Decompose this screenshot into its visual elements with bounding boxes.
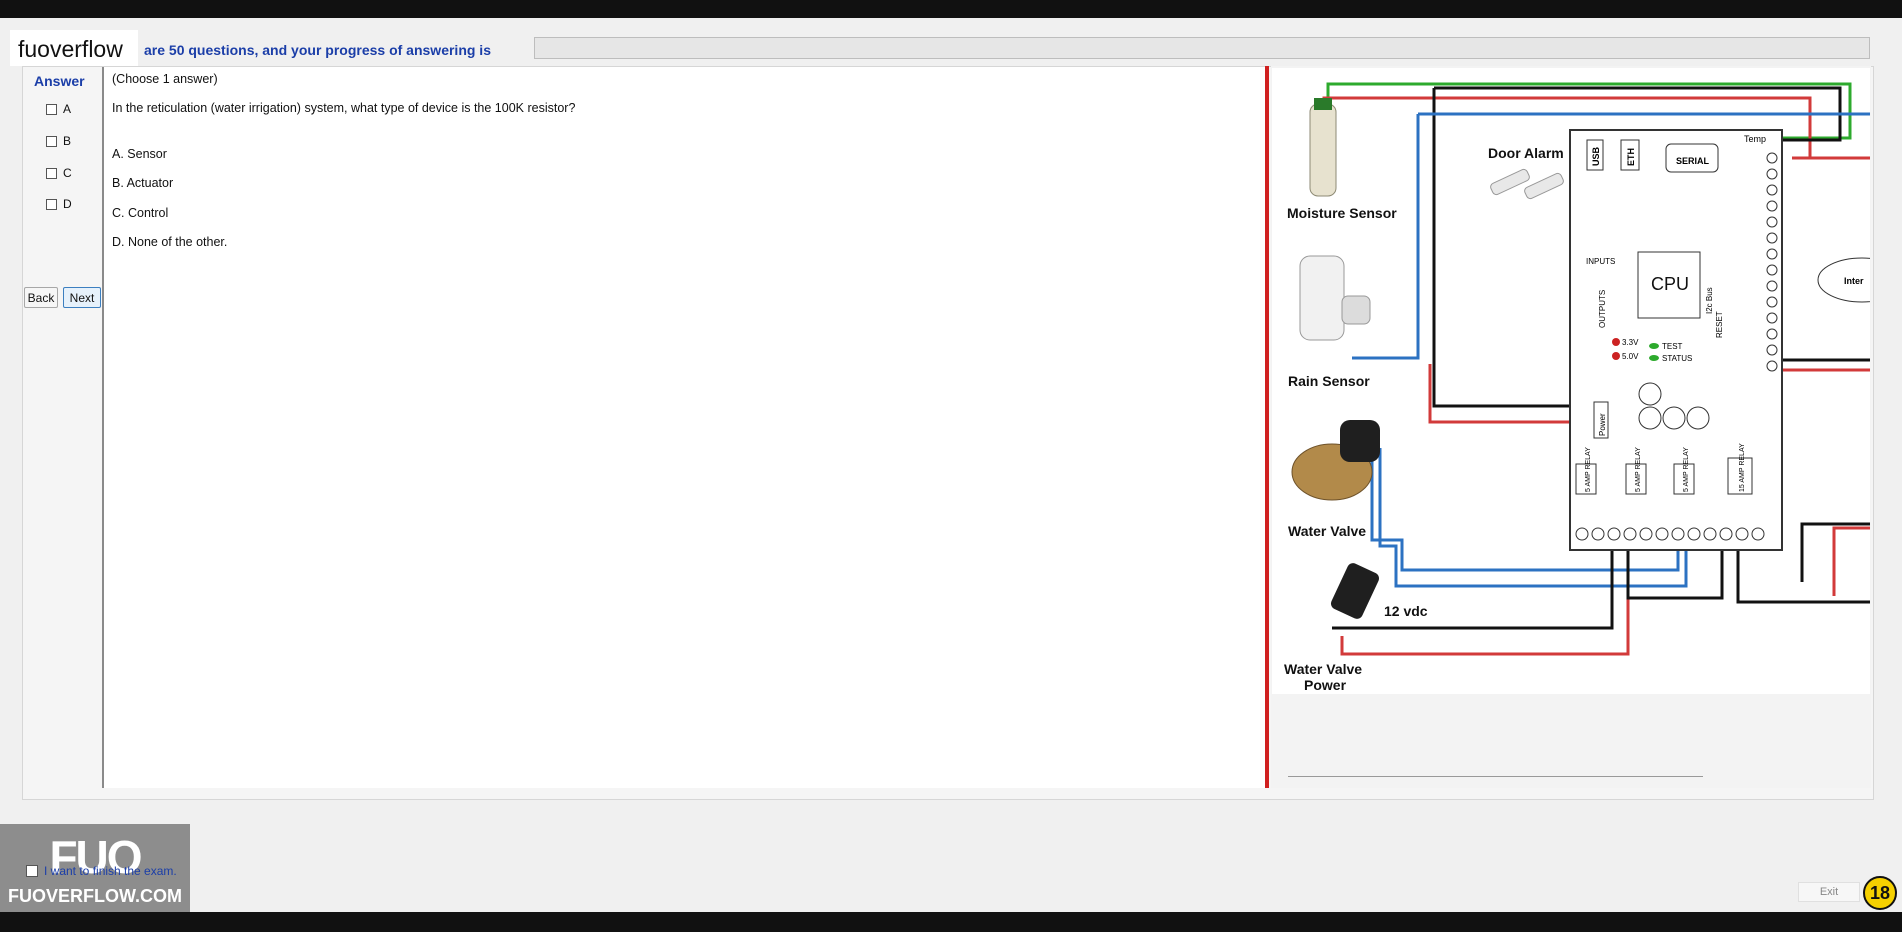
valve-power-label-1: Water Valve [1284,661,1362,677]
wire-black-1 [1432,88,1592,408]
question-instruction: (Choose 1 answer) [112,72,218,86]
back-button[interactable]: Back [24,287,58,308]
watermark-label: fuoverflow [10,30,138,66]
eth-label: ETH [1626,148,1636,166]
finish-checkbox[interactable] [26,865,38,877]
progress-bar [534,37,1870,59]
answer-option-c[interactable]: C [46,166,72,180]
relay-1-label: 5 AMP RELAY [1585,447,1592,492]
question-area: (Choose 1 answer) In the reticulation (w… [102,67,1266,788]
moisture-sensor-label: Moisture Sensor [1287,205,1397,221]
power-adapter-icon [1331,563,1379,619]
serial-label: SERIAL [1676,156,1710,166]
cpu-label: CPU [1651,274,1689,294]
status-label: STATUS [1662,354,1692,363]
wiring-diagram: Moisture Sensor Rain Sensor Water Valve … [1272,68,1902,694]
answer-option-d-label: D [63,197,72,211]
question-text: In the reticulation (water irrigation) s… [112,101,576,115]
relay-3-label: 5 AMP RELAY [1683,447,1690,492]
vdc-label: 12 vdc [1384,603,1428,619]
checkbox-a[interactable] [46,103,57,115]
water-valve-label: Water Valve [1288,523,1366,539]
answer-option-c-label: C [63,166,72,180]
reset-label: RESET [1715,311,1724,338]
wire-red-bottom-right [1832,526,1870,596]
i2c-label: I2c Bus [1705,287,1714,314]
checkbox-d[interactable] [46,198,57,210]
usb-label: USB [1591,146,1601,166]
question-number-badge: 18 [1863,876,1897,910]
image-separator [1288,776,1703,777]
finish-label: I want to finish the exam. [44,864,177,878]
finish-exam-option[interactable]: I want to finish the exam. [26,864,177,878]
outputs-label: OUTPUTS [1598,290,1607,328]
wire-black-right-mid [1800,522,1870,582]
choice-d: D. None of the other. [112,235,228,249]
inputs-label: INPUTS [1586,257,1615,266]
splitter-bar[interactable] [1265,66,1269,788]
v50-label: 5.0V [1622,352,1639,361]
choice-c: C. Control [112,206,169,220]
answer-option-b[interactable]: B [46,134,71,148]
top-black-bar [0,0,1902,18]
answer-option-d[interactable]: D [46,197,72,211]
relay-4-label: 15 AMP RELAY [1739,443,1746,492]
choice-a: A. Sensor [112,147,167,161]
answer-heading: Answer [34,73,85,89]
wire-red-power [1340,538,1630,656]
next-button[interactable]: Next [63,287,101,308]
temp-label: Temp [1744,134,1766,144]
moisture-sensor-icon [1309,103,1337,197]
exit-button[interactable]: Exit [1798,882,1860,902]
checkbox-b[interactable] [46,135,57,147]
answer-option-a-label: A [63,102,72,116]
rain-sensor-icon [1299,255,1345,341]
logo-name: FUOVERFLOW.COM [8,886,182,906]
answer-option-a[interactable]: A [46,102,71,116]
door-alarm-label: Door Alarm [1488,145,1564,161]
rain-sensor-label: Rain Sensor [1288,373,1370,389]
test-label: TEST [1662,342,1683,351]
power-label: Power [1598,413,1607,436]
answer-option-b-label: B [63,134,72,148]
relay-2-label: 5 AMP RELAY [1635,447,1642,492]
choice-b: B. Actuator [112,176,174,190]
v33-label: 3.3V [1622,338,1639,347]
bottom-black-bar [0,912,1902,932]
checkbox-c[interactable] [46,167,57,179]
internet-label: Inter [1844,276,1864,286]
valve-power-label-2: Power [1304,677,1347,693]
progress-text: are 50 questions, and your progress of a… [144,42,491,58]
